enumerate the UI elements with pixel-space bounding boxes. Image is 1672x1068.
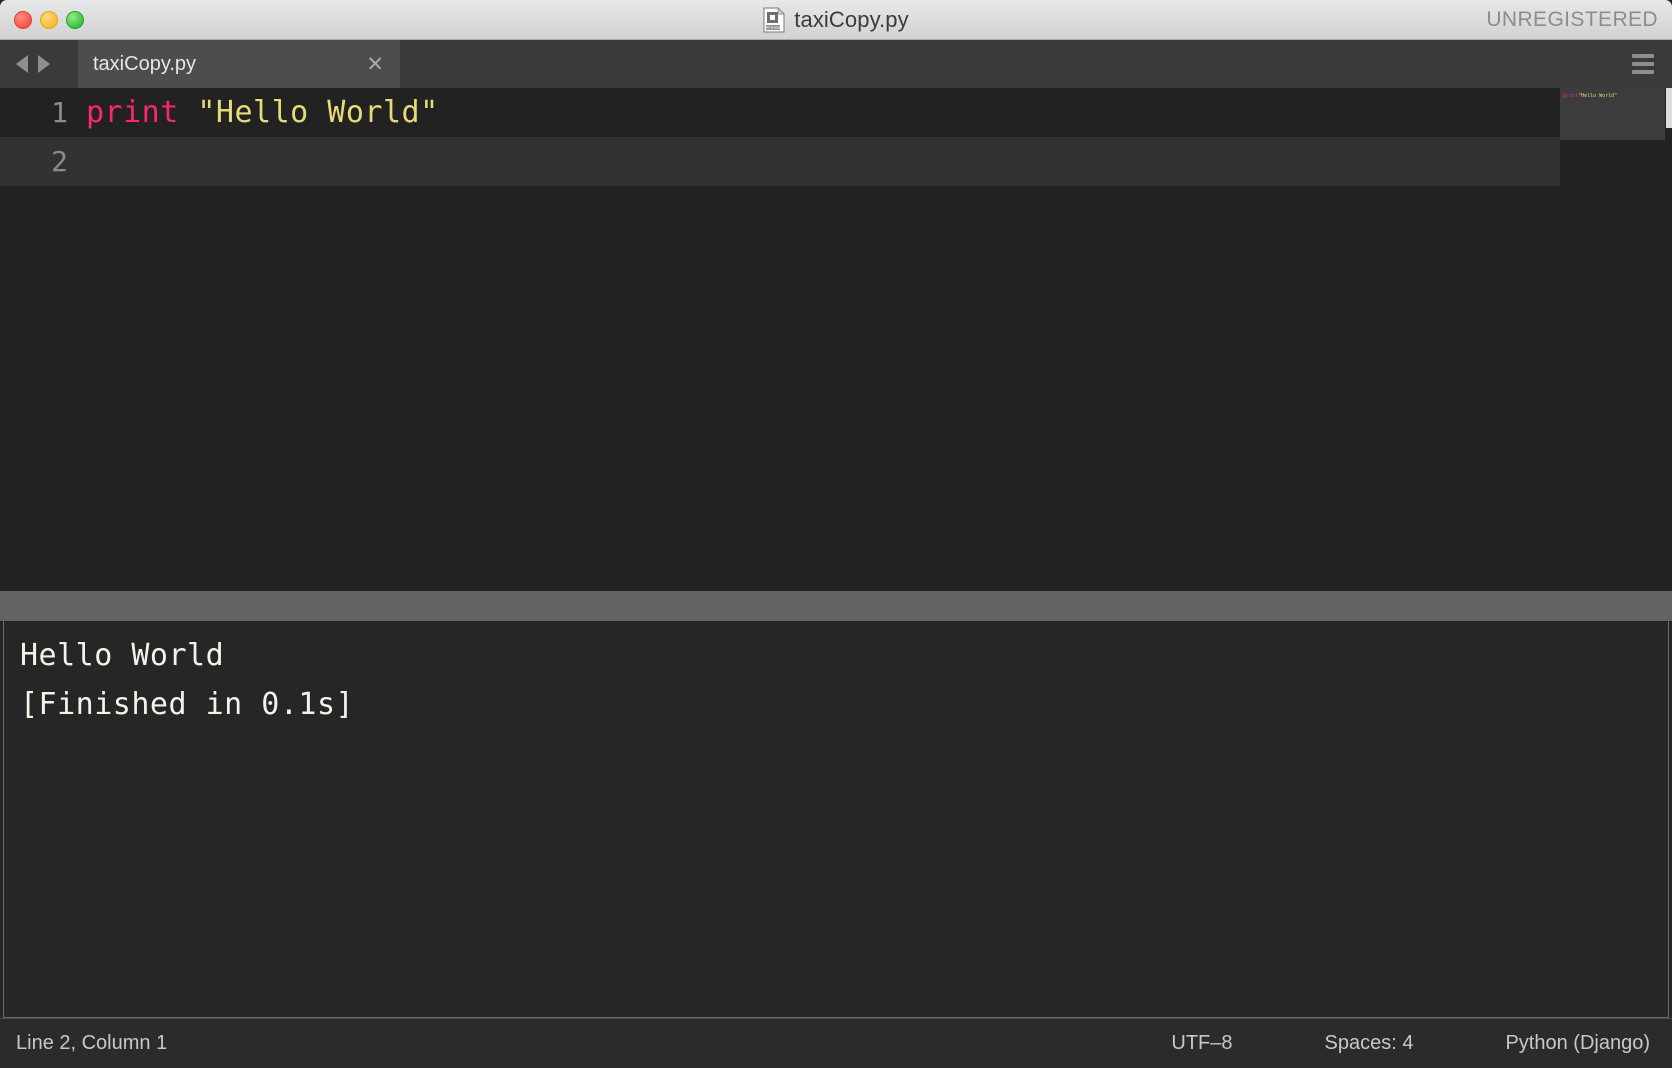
code-line-2[interactable]: 2 xyxy=(0,137,1672,186)
vertical-scrollbar[interactable] xyxy=(1666,88,1672,128)
tab-bar: taxiCopy.py ✕ xyxy=(0,40,1672,88)
line-number: 1 xyxy=(51,96,68,129)
hamburger-bar xyxy=(1632,62,1654,66)
nav-forward-arrow[interactable] xyxy=(38,55,50,73)
editor-minimap[interactable]: print"Hello World" xyxy=(1560,88,1672,591)
window-title: taxiCopy.py xyxy=(794,7,909,32)
svg-text:PYTHON: PYTHON xyxy=(766,26,780,30)
tab-nav-arrows xyxy=(10,40,50,88)
status-bar: Line 2, Column 1 UTF–8 Spaces: 4 Python … xyxy=(0,1018,1672,1068)
indentation-status[interactable]: Spaces: 4 xyxy=(1325,1032,1414,1055)
close-icon[interactable]: ✕ xyxy=(366,54,384,75)
traffic-light-controls xyxy=(14,11,84,29)
close-window-button[interactable] xyxy=(14,11,32,29)
cursor-position-status: Line 2, Column 1 xyxy=(16,1032,168,1054)
maximize-window-button[interactable] xyxy=(66,11,84,29)
minimap-token-keyword: print xyxy=(1563,93,1579,99)
encoding-status[interactable]: UTF–8 xyxy=(1171,1032,1232,1055)
line-number: 2 xyxy=(51,145,68,178)
code-token-keyword: print xyxy=(86,95,179,130)
minimap-code-preview: print"Hello World" xyxy=(1563,93,1617,99)
window-title-group: PYTHON taxiCopy.py xyxy=(0,0,1672,40)
status-bar-right-group: UTF–8 Spaces: 4 Python (Django) xyxy=(1171,1019,1650,1068)
code-line-1[interactable]: 1 print "Hello World" xyxy=(0,88,1672,137)
python-file-icon: PYTHON xyxy=(763,6,786,33)
syntax-mode-status[interactable]: Python (Django) xyxy=(1505,1032,1650,1055)
minimap-token-string: "Hello World" xyxy=(1578,93,1618,99)
nav-back-arrow[interactable] xyxy=(16,55,28,73)
console-output-line: Hello World xyxy=(20,638,225,673)
hamburger-bar xyxy=(1632,54,1654,58)
code-editor[interactable]: 1 print "Hello World" 2 xyxy=(0,88,1672,591)
minimize-window-button[interactable] xyxy=(40,11,58,29)
tab-taxicopy-py[interactable]: taxiCopy.py ✕ xyxy=(78,40,400,88)
sublime-text-window: PYTHON taxiCopy.py UNREGISTERED taxiCopy… xyxy=(0,0,1672,1068)
window-titlebar: PYTHON taxiCopy.py UNREGISTERED xyxy=(0,0,1672,40)
code-token-string: "Hello World" xyxy=(197,95,439,130)
build-output-console[interactable]: Hello World [Finished in 0.1s] xyxy=(3,621,1669,1018)
console-output-line: [Finished in 0.1s] xyxy=(20,687,355,722)
hamburger-bar xyxy=(1632,70,1654,74)
console-panel-divider[interactable] xyxy=(0,591,1672,621)
hamburger-menu-icon[interactable] xyxy=(1632,54,1654,74)
code-content: print "Hello World" xyxy=(86,95,439,130)
unregistered-badge: UNREGISTERED xyxy=(1486,8,1658,31)
tab-label: taxiCopy.py xyxy=(93,52,197,75)
